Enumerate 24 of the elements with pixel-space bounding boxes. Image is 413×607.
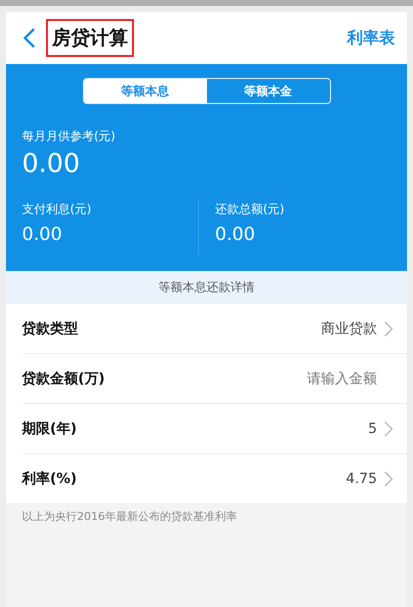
details-link[interactable]: 等额本息还款详情: [6, 271, 407, 304]
stat-value: 0.00: [215, 224, 256, 245]
stat-label: 支付利息(元): [22, 201, 92, 218]
back-button[interactable]: [22, 27, 36, 49]
tab[interactable]: 等额本金: [206, 79, 330, 103]
rate-table-link[interactable]: 利率表: [347, 28, 395, 48]
select-field[interactable]: 5: [368, 420, 393, 436]
chevron-icon: [384, 420, 393, 436]
select-field[interactable]: 4.75: [346, 470, 393, 486]
select-field[interactable]: 商业贷款: [321, 320, 393, 338]
row-label: 利率(%): [22, 470, 77, 488]
note-text: 以上为央行2016年最新公布的贷款基准利率: [21, 509, 238, 525]
tab[interactable]: 等额本息: [84, 79, 206, 103]
stat-value: 0.00: [22, 224, 64, 245]
monthly-payment-label: 每月月供参考(元): [22, 128, 116, 145]
chevron-icon: [384, 320, 393, 336]
row-label: 贷款金额(万): [22, 370, 105, 388]
back-icon: [22, 27, 36, 49]
row-label: 贷款类型: [22, 320, 78, 338]
row-label: 期限(年): [22, 420, 77, 438]
page-title: 房贷计算: [46, 19, 134, 57]
chevron-icon: [384, 470, 393, 486]
monthly-payment-value: 0.00: [22, 149, 81, 179]
stat-label: 还款总额(元): [215, 201, 286, 218]
